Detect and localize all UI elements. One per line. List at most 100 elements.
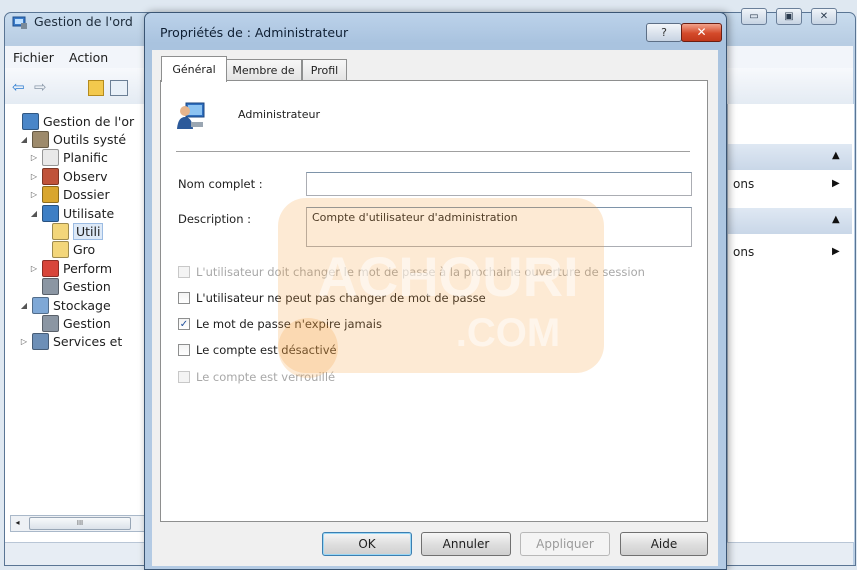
dialog-title: Propriétés de : Administrateur bbox=[160, 25, 349, 40]
collapsed-arrow-icon[interactable]: ▷ bbox=[30, 153, 38, 162]
background-close-button[interactable]: ✕ bbox=[811, 8, 837, 25]
tree-item-label: Gro bbox=[73, 242, 96, 258]
scroll-left-icon[interactable]: ◂ bbox=[11, 516, 24, 529]
checkbox-label: Le compte est désactivé bbox=[196, 343, 337, 357]
checkbox bbox=[178, 371, 190, 383]
actions-more-item[interactable]: ons bbox=[733, 245, 754, 259]
tree-item-label: Utili bbox=[73, 222, 104, 240]
tree-item[interactable]: Gestion de l'or bbox=[10, 112, 134, 130]
collapsed-arrow-icon[interactable]: ▷ bbox=[30, 264, 38, 273]
tree-item[interactable]: ▷ Planific bbox=[30, 149, 108, 167]
ok-button[interactable]: OK bbox=[322, 532, 412, 556]
checkbox-label: L'utilisateur doit changer le mot de pas… bbox=[196, 265, 645, 279]
checkbox-row: Le compte est verrouillé bbox=[178, 369, 335, 385]
apply-button[interactable]: Appliquer bbox=[520, 532, 610, 556]
tab-profil[interactable]: Profil bbox=[302, 59, 347, 81]
show-tree-icon[interactable] bbox=[110, 80, 128, 96]
tree-item-label: Services et bbox=[53, 334, 123, 350]
background-window-title: Gestion de l'ord bbox=[34, 14, 133, 29]
checkbox-row: L'utilisateur doit changer le mot de pas… bbox=[178, 264, 645, 280]
description-label: Description : bbox=[178, 212, 252, 226]
tree-item-label: Outils systé bbox=[53, 131, 127, 147]
checkbox-label: L'utilisateur ne peut pas changer de mot… bbox=[196, 291, 486, 305]
checkbox-label: Le mot de passe n'expire jamais bbox=[196, 317, 382, 331]
forward-arrow-icon[interactable]: ⇨ bbox=[34, 78, 47, 96]
tree-item-label: Observ bbox=[63, 168, 108, 184]
maximize-button[interactable]: ▣ bbox=[776, 8, 802, 25]
checkbox-row[interactable]: L'utilisateur ne peut pas changer de mot… bbox=[178, 290, 486, 306]
tree-item[interactable]: Gro bbox=[40, 241, 95, 259]
checkbox-checked[interactable]: ✓ bbox=[178, 318, 190, 330]
expanded-arrow-icon[interactable]: ◢ bbox=[20, 301, 28, 310]
tree-item[interactable]: ▷ Perform bbox=[30, 259, 112, 277]
tree-item[interactable]: ▷ Services et bbox=[20, 333, 122, 351]
help-button[interactable]: Aide bbox=[620, 532, 708, 556]
computer-management-icon bbox=[22, 112, 39, 130]
tree-item-label: Gestion bbox=[63, 279, 111, 295]
tab-general[interactable]: Général bbox=[161, 56, 227, 82]
expanded-arrow-icon[interactable]: ◢ bbox=[30, 209, 38, 218]
collapsed-arrow-icon[interactable]: ▷ bbox=[20, 337, 28, 346]
tree-item[interactable]: ◢ Utilisate bbox=[30, 204, 114, 222]
services-icon bbox=[32, 333, 49, 351]
checkbox bbox=[178, 266, 190, 278]
menu-fichier[interactable]: Fichier bbox=[13, 50, 54, 65]
tree-item[interactable]: ◢ Outils systé bbox=[20, 130, 126, 148]
tools-icon bbox=[32, 130, 49, 148]
checkbox-row[interactable]: ✓ Le mot de passe n'expire jamais bbox=[178, 316, 382, 332]
user-icon bbox=[177, 102, 205, 129]
actions-more-item[interactable]: ons bbox=[733, 177, 754, 191]
minimize-icon: ▭ bbox=[749, 11, 759, 22]
collapsed-arrow-icon[interactable]: ▷ bbox=[30, 172, 38, 181]
tree-item-label: Dossier bbox=[63, 187, 110, 203]
checkbox[interactable] bbox=[178, 344, 190, 356]
full-name-field[interactable] bbox=[306, 172, 692, 196]
cancel-button[interactable]: Annuler bbox=[421, 532, 511, 556]
collapse-up-icon[interactable]: ▲ bbox=[832, 214, 840, 225]
tree-item-label: Gestion de l'or bbox=[43, 113, 135, 129]
storage-icon bbox=[32, 296, 49, 314]
tree-item-label: Utilisate bbox=[63, 205, 115, 221]
checkbox-row[interactable]: Le compte est désactivé bbox=[178, 342, 337, 358]
full-name-label: Nom complet : bbox=[178, 177, 263, 191]
disk-icon bbox=[42, 314, 59, 332]
users-icon bbox=[42, 204, 59, 222]
checkbox-label: Le compte est verrouillé bbox=[196, 370, 336, 384]
up-folder-icon[interactable] bbox=[88, 80, 104, 96]
divider bbox=[176, 151, 690, 152]
tree-item[interactable]: Gestion bbox=[30, 278, 111, 296]
collapse-up-icon[interactable]: ▲ bbox=[832, 150, 840, 161]
scroll-thumb[interactable]: III bbox=[29, 517, 131, 530]
tree-item[interactable]: ▷ Observ bbox=[30, 167, 108, 185]
user-name: Administrateur bbox=[238, 108, 320, 121]
tab-membre-de[interactable]: Membre de bbox=[225, 59, 302, 81]
tree-item-label: Gestion bbox=[63, 315, 111, 331]
tree-item-label: Perform bbox=[63, 260, 113, 276]
submenu-arrow-icon: ▶ bbox=[832, 246, 840, 257]
help-title-button[interactable]: ? bbox=[646, 23, 682, 42]
back-arrow-icon[interactable]: ⇦ bbox=[12, 78, 25, 96]
tree-item[interactable]: ◢ Stockage bbox=[20, 296, 111, 314]
folder-icon bbox=[52, 222, 69, 240]
submenu-arrow-icon: ▶ bbox=[832, 178, 840, 189]
close-icon: ✕ bbox=[819, 11, 829, 22]
description-field[interactable]: Compte d'utilisateur d'administration bbox=[306, 207, 692, 247]
close-button[interactable]: ✕ bbox=[681, 23, 722, 42]
minimize-button[interactable]: ▭ bbox=[741, 8, 767, 25]
horizontal-scrollbar[interactable]: ◂ III bbox=[10, 515, 146, 532]
event-viewer-icon bbox=[42, 167, 59, 185]
tree-item[interactable]: ▷ Dossier bbox=[30, 186, 110, 204]
collapsed-arrow-icon[interactable]: ▷ bbox=[30, 190, 38, 199]
computer-management-icon bbox=[12, 16, 27, 29]
tree-item[interactable]: Utili bbox=[40, 222, 104, 240]
tree-item[interactable]: Gestion bbox=[30, 314, 111, 332]
maximize-icon: ▣ bbox=[784, 11, 794, 22]
performance-icon bbox=[42, 259, 59, 277]
expanded-arrow-icon[interactable]: ◢ bbox=[20, 135, 28, 144]
clock-icon bbox=[42, 149, 59, 167]
tree-item-label: Stockage bbox=[53, 297, 111, 313]
tree-item-label: Planific bbox=[63, 150, 108, 166]
folder-icon bbox=[52, 241, 69, 259]
menu-action[interactable]: Action bbox=[69, 50, 108, 65]
checkbox[interactable] bbox=[178, 292, 190, 304]
